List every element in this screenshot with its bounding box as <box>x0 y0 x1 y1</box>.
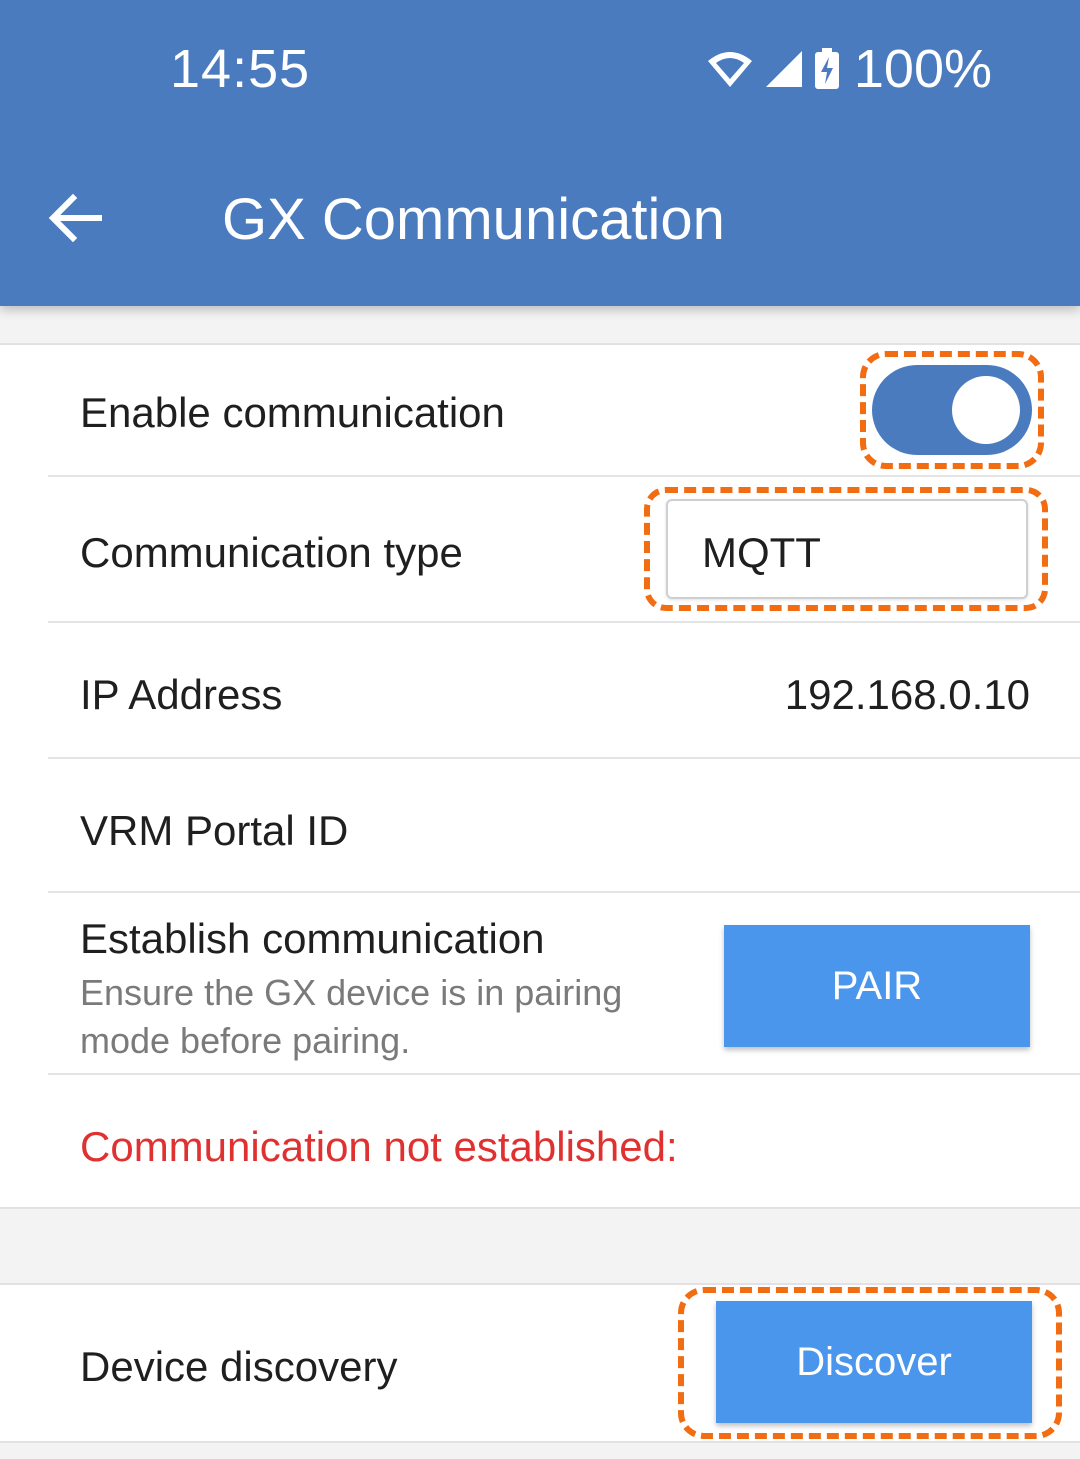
establish-communication-description: Ensure the GX device is in pairing mode … <box>80 972 623 1061</box>
device-discovery-card: Device discovery Discover <box>0 1283 1080 1443</box>
ip-address-row: IP Address 192.168.0.10 <box>48 623 1080 759</box>
enable-communication-row: Enable communication <box>48 345 1080 477</box>
app-bar: 14:55 100% GX Communication <box>0 0 1080 306</box>
back-button[interactable] <box>40 180 110 260</box>
establish-communication-row: Establish communication Ensure the GX de… <box>48 893 1080 1075</box>
toggle-knob <box>952 376 1020 444</box>
communication-settings-card: Enable communication Communication type … <box>0 343 1080 1209</box>
communication-status-message: Communication not established: <box>80 1123 678 1170</box>
ip-address-value: 192.168.0.10 <box>784 671 1030 718</box>
enable-communication-toggle[interactable] <box>872 365 1032 455</box>
page-title: GX Communication <box>222 187 725 252</box>
ip-address-label: IP Address <box>80 671 283 718</box>
pair-button[interactable]: PAIR <box>724 925 1030 1047</box>
arrow-back-icon <box>47 193 103 248</box>
cell-signal-icon <box>764 49 804 89</box>
communication-type-value: MQTT <box>702 529 821 576</box>
communication-type-label: Communication type <box>80 529 463 576</box>
vrm-portal-id-row: VRM Portal ID <box>48 759 1080 893</box>
establish-communication-label: Establish communication <box>80 915 545 962</box>
wifi-icon <box>706 49 754 89</box>
vrm-portal-id-label: VRM Portal ID <box>80 807 349 854</box>
status-icons: 100% <box>706 38 992 100</box>
battery-charging-icon <box>814 48 840 90</box>
communication-type-row: Communication type MQTT <box>48 477 1080 623</box>
device-discovery-label: Device discovery <box>80 1343 398 1390</box>
communication-type-select[interactable]: MQTT <box>666 499 1028 599</box>
discover-button[interactable]: Discover <box>716 1301 1032 1423</box>
enable-communication-label: Enable communication <box>80 389 505 436</box>
battery-percentage: 100% <box>853 39 992 99</box>
status-time: 14:55 <box>170 39 311 99</box>
